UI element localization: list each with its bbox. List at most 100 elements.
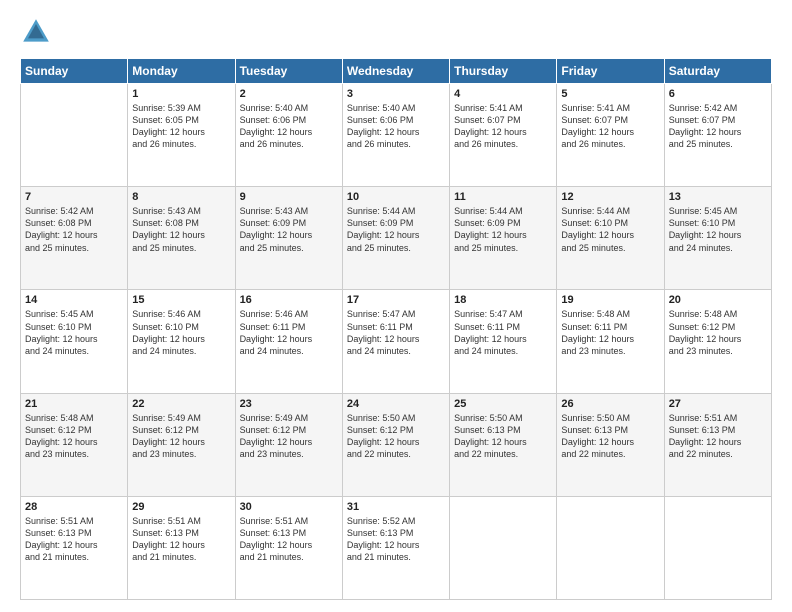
calendar-header-row: SundayMondayTuesdayWednesdayThursdayFrid… <box>21 59 772 84</box>
day-info: Sunrise: 5:52 AM Sunset: 6:13 PM Dayligh… <box>347 515 445 564</box>
day-info: Sunrise: 5:42 AM Sunset: 6:08 PM Dayligh… <box>25 205 123 254</box>
day-info: Sunrise: 5:43 AM Sunset: 6:08 PM Dayligh… <box>132 205 230 254</box>
calendar-cell: 25 Sunrise: 5:50 AM Sunset: 6:13 PM Dayli… <box>450 393 557 496</box>
calendar-cell: 16 Sunrise: 5:46 AM Sunset: 6:11 PM Dayli… <box>235 290 342 393</box>
calendar-cell: 23Sunrise: 5:49 AM Sunset: 6:12 PM Dayli… <box>235 393 342 496</box>
day-info: Sunrise: 5:43 AM Sunset: 6:09 PM Dayligh… <box>240 205 338 254</box>
day-number: 21 <box>25 398 123 410</box>
day-info: Sunrise: 5:50 AM Sunset: 6:13 PM Dayligh… <box>454 412 552 461</box>
day-number: 12 <box>561 191 659 203</box>
day-number: 27 <box>669 398 767 410</box>
day-number: 28 <box>25 501 123 513</box>
calendar-cell: 24 Sunrise: 5:50 AM Sunset: 6:12 PM Dayli… <box>342 393 449 496</box>
calendar-cell <box>450 496 557 599</box>
day-number: 15 <box>132 294 230 306</box>
day-info: Sunrise: 5:46 AM Sunset: 6:11 PM Dayligh… <box>240 308 338 357</box>
calendar-cell: 19 Sunrise: 5:48 AM Sunset: 6:11 PM Dayli… <box>557 290 664 393</box>
day-number: 13 <box>669 191 767 203</box>
day-info: Sunrise: 5:41 AM Sunset: 6:07 PM Dayligh… <box>454 102 552 151</box>
day-number: 26 <box>561 398 659 410</box>
day-number: 24 <box>347 398 445 410</box>
calendar-cell: 4 Sunrise: 5:41 AM Sunset: 6:07 PM Daylig… <box>450 84 557 187</box>
calendar-cell: 30Sunrise: 5:51 AM Sunset: 6:13 PM Dayli… <box>235 496 342 599</box>
calendar-day-header: Friday <box>557 59 664 84</box>
day-info: Sunrise: 5:51 AM Sunset: 6:13 PM Dayligh… <box>669 412 767 461</box>
day-number: 7 <box>25 191 123 203</box>
day-info: Sunrise: 5:51 AM Sunset: 6:13 PM Dayligh… <box>132 515 230 564</box>
day-number: 11 <box>454 191 552 203</box>
calendar-cell: 22Sunrise: 5:49 AM Sunset: 6:12 PM Dayli… <box>128 393 235 496</box>
calendar-cell: 11 Sunrise: 5:44 AM Sunset: 6:09 PM Dayli… <box>450 187 557 290</box>
calendar-table: SundayMondayTuesdayWednesdayThursdayFrid… <box>20 58 772 600</box>
calendar-cell: 28 Sunrise: 5:51 AM Sunset: 6:13 PM Dayli… <box>21 496 128 599</box>
calendar-day-header: Wednesday <box>342 59 449 84</box>
day-number: 10 <box>347 191 445 203</box>
calendar-day-header: Monday <box>128 59 235 84</box>
calendar-cell: 2Sunrise: 5:40 AM Sunset: 6:06 PM Daylig… <box>235 84 342 187</box>
day-info: Sunrise: 5:41 AM Sunset: 6:07 PM Dayligh… <box>561 102 659 151</box>
logo <box>20 16 56 48</box>
day-info: Sunrise: 5:50 AM Sunset: 6:12 PM Dayligh… <box>347 412 445 461</box>
calendar-cell: 10Sunrise: 5:44 AM Sunset: 6:09 PM Dayli… <box>342 187 449 290</box>
calendar-week-row: 7 Sunrise: 5:42 AM Sunset: 6:08 PM Daylig… <box>21 187 772 290</box>
calendar-cell: 3Sunrise: 5:40 AM Sunset: 6:06 PM Daylig… <box>342 84 449 187</box>
calendar-cell: 7 Sunrise: 5:42 AM Sunset: 6:08 PM Daylig… <box>21 187 128 290</box>
day-number: 6 <box>669 88 767 100</box>
day-number: 5 <box>561 88 659 100</box>
day-number: 17 <box>347 294 445 306</box>
calendar-cell <box>664 496 771 599</box>
day-info: Sunrise: 5:49 AM Sunset: 6:12 PM Dayligh… <box>240 412 338 461</box>
calendar-cell: 9 Sunrise: 5:43 AM Sunset: 6:09 PM Daylig… <box>235 187 342 290</box>
day-number: 18 <box>454 294 552 306</box>
calendar-cell <box>21 84 128 187</box>
calendar-cell: 29 Sunrise: 5:51 AM Sunset: 6:13 PM Dayli… <box>128 496 235 599</box>
day-number: 16 <box>240 294 338 306</box>
day-number: 9 <box>240 191 338 203</box>
day-info: Sunrise: 5:44 AM Sunset: 6:10 PM Dayligh… <box>561 205 659 254</box>
logo-icon <box>20 16 52 48</box>
calendar-week-row: 21Sunrise: 5:48 AM Sunset: 6:12 PM Dayli… <box>21 393 772 496</box>
day-number: 25 <box>454 398 552 410</box>
calendar-cell: 15 Sunrise: 5:46 AM Sunset: 6:10 PM Dayli… <box>128 290 235 393</box>
calendar-cell: 27 Sunrise: 5:51 AM Sunset: 6:13 PM Dayli… <box>664 393 771 496</box>
calendar-cell: 14 Sunrise: 5:45 AM Sunset: 6:10 PM Dayli… <box>21 290 128 393</box>
calendar-day-header: Tuesday <box>235 59 342 84</box>
calendar-cell: 26 Sunrise: 5:50 AM Sunset: 6:13 PM Dayli… <box>557 393 664 496</box>
calendar-day-header: Thursday <box>450 59 557 84</box>
calendar-week-row: 14 Sunrise: 5:45 AM Sunset: 6:10 PM Dayli… <box>21 290 772 393</box>
calendar-cell: 1Sunrise: 5:39 AM Sunset: 6:05 PM Daylig… <box>128 84 235 187</box>
day-info: Sunrise: 5:48 AM Sunset: 6:12 PM Dayligh… <box>669 308 767 357</box>
day-info: Sunrise: 5:48 AM Sunset: 6:11 PM Dayligh… <box>561 308 659 357</box>
calendar-week-row: 28 Sunrise: 5:51 AM Sunset: 6:13 PM Dayli… <box>21 496 772 599</box>
day-number: 20 <box>669 294 767 306</box>
calendar-cell: 17 Sunrise: 5:47 AM Sunset: 6:11 PM Dayli… <box>342 290 449 393</box>
calendar-cell: 18 Sunrise: 5:47 AM Sunset: 6:11 PM Dayli… <box>450 290 557 393</box>
day-info: Sunrise: 5:45 AM Sunset: 6:10 PM Dayligh… <box>669 205 767 254</box>
day-number: 14 <box>25 294 123 306</box>
calendar-cell: 13 Sunrise: 5:45 AM Sunset: 6:10 PM Dayli… <box>664 187 771 290</box>
calendar-week-row: 1Sunrise: 5:39 AM Sunset: 6:05 PM Daylig… <box>21 84 772 187</box>
day-info: Sunrise: 5:45 AM Sunset: 6:10 PM Dayligh… <box>25 308 123 357</box>
calendar-cell <box>557 496 664 599</box>
day-info: Sunrise: 5:44 AM Sunset: 6:09 PM Dayligh… <box>454 205 552 254</box>
day-number: 2 <box>240 88 338 100</box>
day-info: Sunrise: 5:51 AM Sunset: 6:13 PM Dayligh… <box>25 515 123 564</box>
day-info: Sunrise: 5:47 AM Sunset: 6:11 PM Dayligh… <box>347 308 445 357</box>
day-number: 31 <box>347 501 445 513</box>
calendar-cell: 21Sunrise: 5:48 AM Sunset: 6:12 PM Dayli… <box>21 393 128 496</box>
day-number: 19 <box>561 294 659 306</box>
day-number: 29 <box>132 501 230 513</box>
day-info: Sunrise: 5:40 AM Sunset: 6:06 PM Dayligh… <box>347 102 445 151</box>
day-info: Sunrise: 5:47 AM Sunset: 6:11 PM Dayligh… <box>454 308 552 357</box>
day-info: Sunrise: 5:50 AM Sunset: 6:13 PM Dayligh… <box>561 412 659 461</box>
calendar-cell: 8 Sunrise: 5:43 AM Sunset: 6:08 PM Daylig… <box>128 187 235 290</box>
day-number: 8 <box>132 191 230 203</box>
calendar-cell: 5 Sunrise: 5:41 AM Sunset: 6:07 PM Daylig… <box>557 84 664 187</box>
day-number: 4 <box>454 88 552 100</box>
day-number: 1 <box>132 88 230 100</box>
calendar-cell: 20 Sunrise: 5:48 AM Sunset: 6:12 PM Dayli… <box>664 290 771 393</box>
day-info: Sunrise: 5:46 AM Sunset: 6:10 PM Dayligh… <box>132 308 230 357</box>
page: SundayMondayTuesdayWednesdayThursdayFrid… <box>0 0 792 612</box>
header <box>20 16 772 48</box>
calendar-cell: 6Sunrise: 5:42 AM Sunset: 6:07 PM Daylig… <box>664 84 771 187</box>
